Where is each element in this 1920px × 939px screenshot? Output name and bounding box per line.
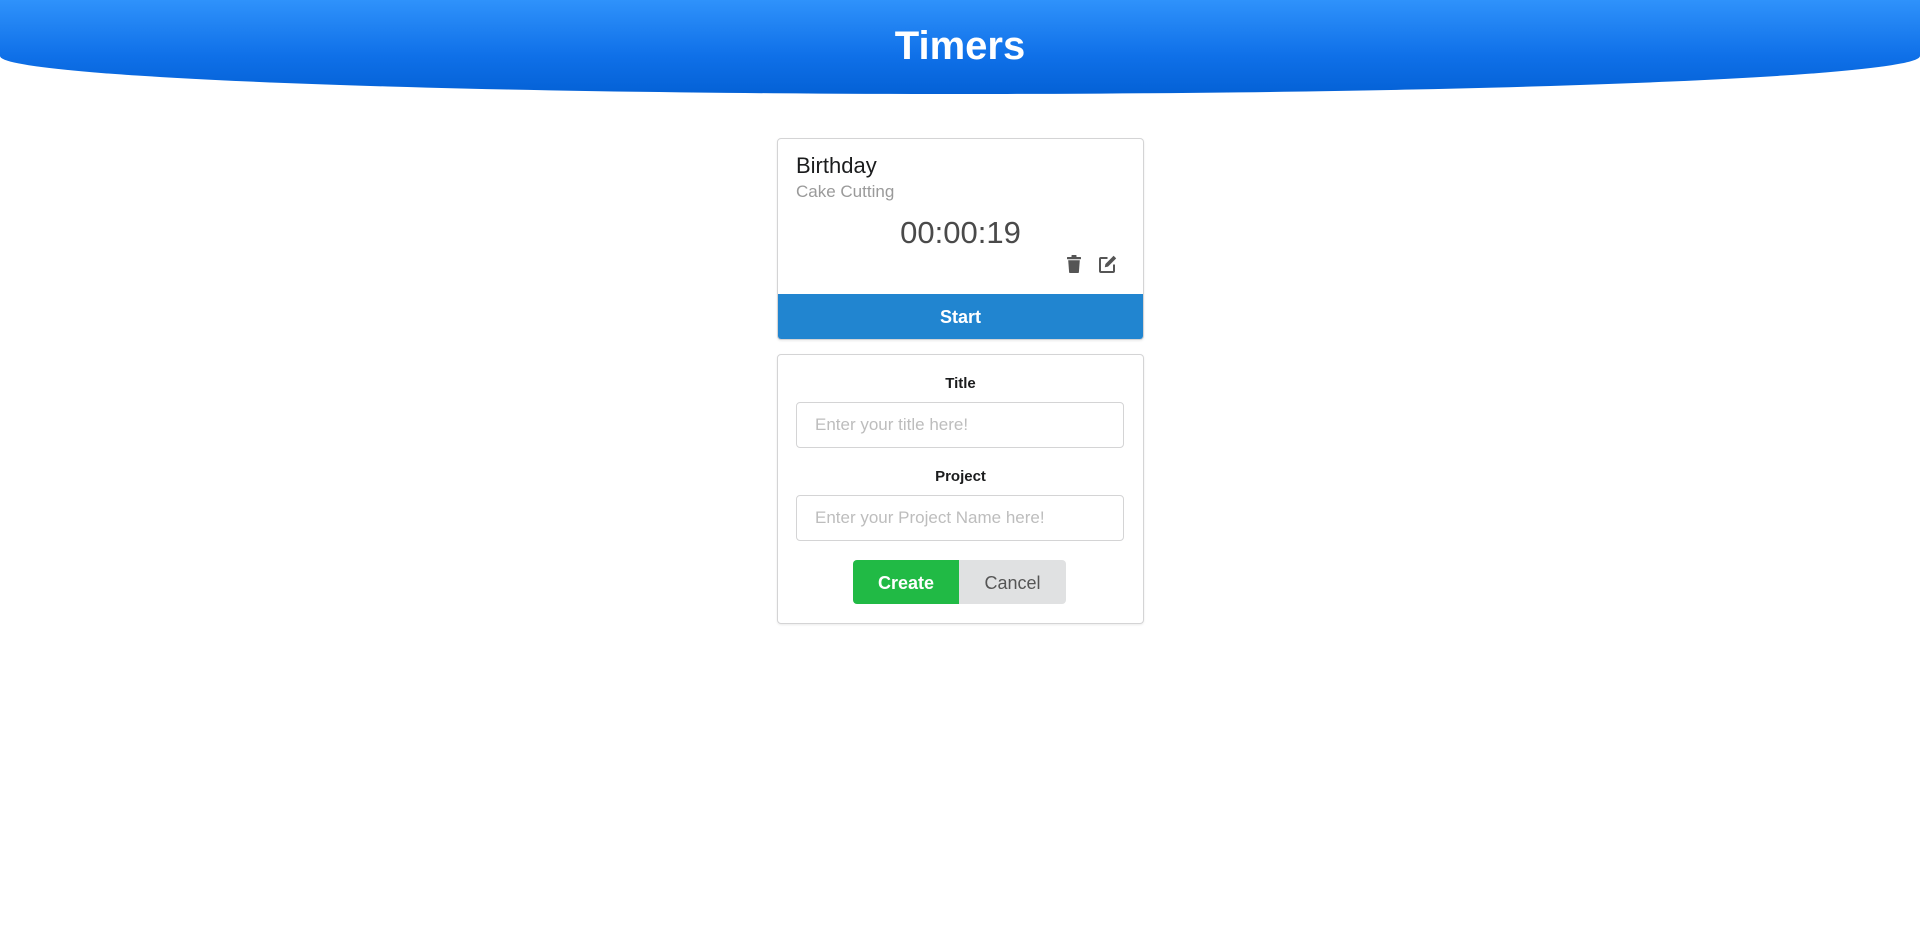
- create-button[interactable]: Create: [853, 560, 959, 604]
- title-label: Title: [945, 375, 976, 392]
- timer-form: Title Project Create Cancel: [777, 354, 1144, 624]
- timer-elapsed-time: 00:00:19: [900, 215, 1021, 250]
- start-button[interactable]: Start: [778, 294, 1143, 339]
- form-button-group: Create Cancel: [853, 560, 1066, 604]
- header-banner: Timers: [0, 0, 1920, 94]
- project-input[interactable]: [796, 495, 1124, 541]
- timer-title: Birthday: [796, 153, 877, 178]
- page-title: Timers: [894, 24, 1026, 68]
- trash-icon[interactable]: [1064, 254, 1084, 274]
- timer-project: Cake Cutting: [796, 182, 895, 201]
- timer-card: Birthday Cake Cutting 00:00:19 Start: [777, 138, 1144, 340]
- title-input[interactable]: [796, 402, 1124, 448]
- edit-icon[interactable]: [1098, 254, 1118, 274]
- project-label: Project: [935, 468, 986, 485]
- cancel-button[interactable]: Cancel: [959, 560, 1066, 604]
